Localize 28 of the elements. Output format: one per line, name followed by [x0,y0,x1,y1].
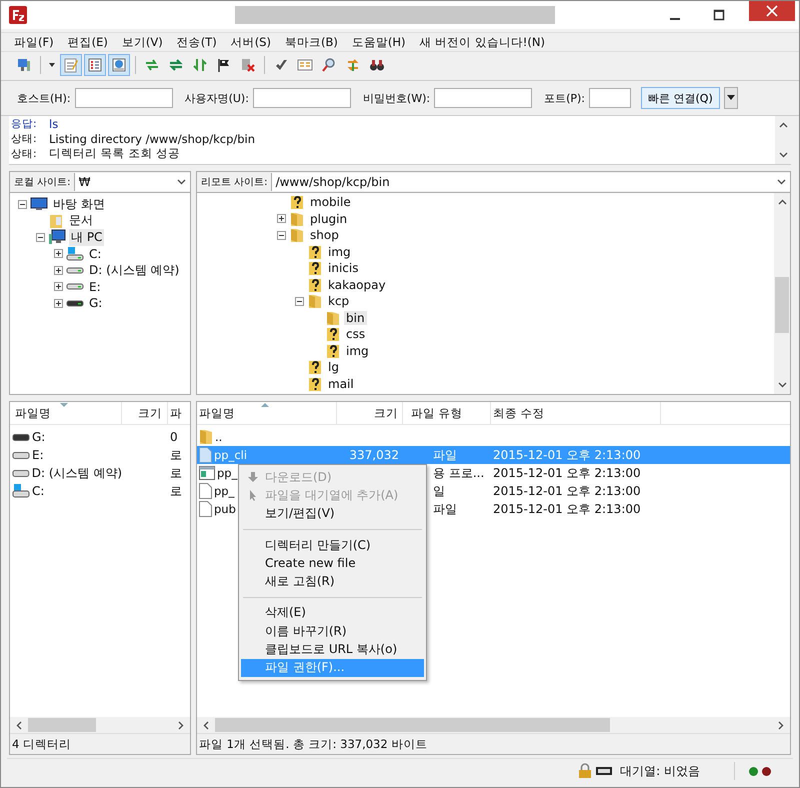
log-message: ls [49,116,58,130]
table-cell: 파일 [433,500,457,518]
table-cell-text: 로 [169,482,183,500]
field-label: 비밀번호(W): [362,90,430,106]
site-label: 로컬 사이트: [13,176,72,189]
log-label: 응답: [11,116,38,130]
table-cell: 파일 [433,446,457,464]
table-cell: 용 프로... [433,464,484,482]
log-label: 상태: [11,146,38,160]
table-cell-text: 로 [169,446,183,464]
table-cell: 일 [433,482,445,500]
table-cell: 2015-12-01 오후 2:13:00 [493,482,641,500]
log-label: 상태: [11,132,38,146]
log-message: Listing directory /www/shop/kcp/bin [49,132,256,146]
table-cell-text: 0 [169,430,179,444]
table-cell: 2015-12-01 오후 2:13:00 [493,446,641,464]
table-cell: 337,032 [349,448,399,462]
table-cell: 2015-12-01 오후 2:13:00 [493,500,641,518]
status-text: 4 디렉터리 [10,733,190,754]
field-label: 호스트(H): [17,90,71,106]
table-cell: 2015-12-01 오후 2:13:00 [493,464,641,482]
site-label: 리모트 사이트: [200,176,269,189]
log-message: 디렉터리 목록 조회 성공 [49,146,180,161]
field-label: 포트(P): [544,90,586,106]
field-label: 사용자명(U): [184,90,249,106]
table-cell-text: 로 [169,464,183,482]
status-text: 파일 1개 선택됨. 총 크기: 337,032 바이트 [197,733,790,754]
queue-status: 대기열: 비었음 [620,762,700,780]
